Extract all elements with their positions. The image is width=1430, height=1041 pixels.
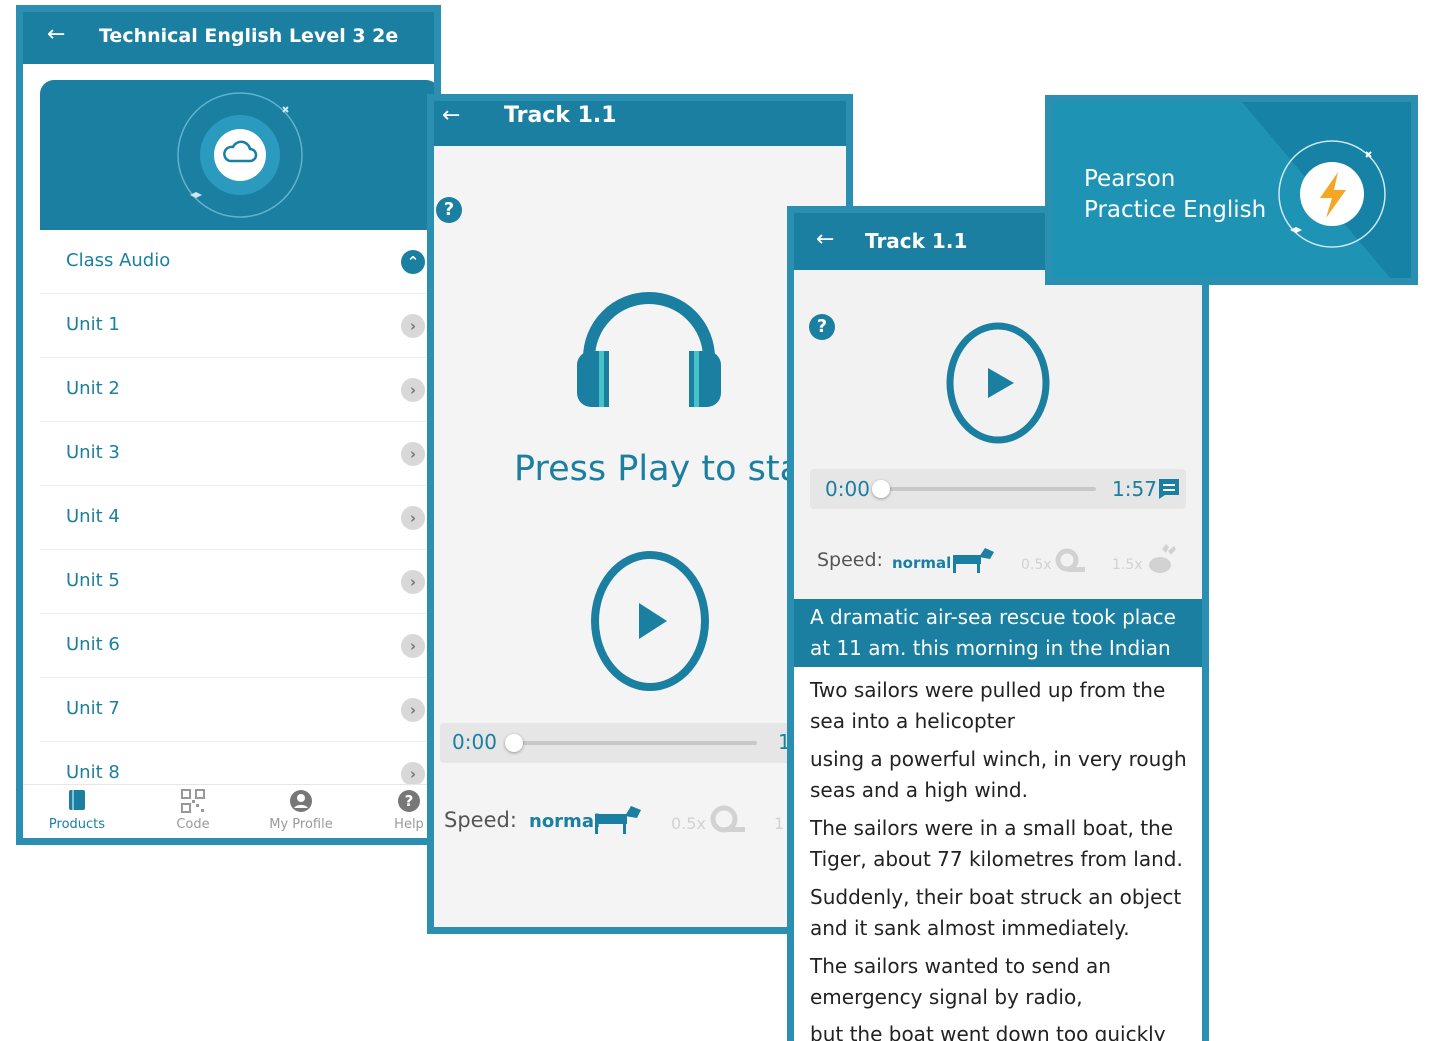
list-item[interactable]: Unit 1 ›: [40, 294, 434, 358]
seek-handle[interactable]: [872, 480, 890, 498]
list-item[interactable]: Unit 4 ›: [40, 486, 434, 550]
help-icon[interactable]: ?: [436, 197, 462, 223]
svg-text:?: ?: [405, 792, 414, 810]
transcript-icon[interactable]: [1158, 478, 1180, 500]
class-audio-header[interactable]: Class Audio ⌃: [40, 230, 434, 294]
book-icon: [37, 789, 117, 817]
transcript-line[interactable]: Two sailors were pulled up from the sea …: [810, 675, 1195, 737]
section-label: Class Audio: [66, 250, 171, 271]
chevron-right-icon: ›: [401, 378, 425, 402]
list-item[interactable]: Unit 5 ›: [40, 550, 434, 614]
page-title: Technical English Level 3 2e: [99, 25, 399, 47]
arrow-left-icon[interactable]: ←: [47, 22, 65, 47]
rabbit-icon: [1149, 544, 1176, 573]
current-time: 0:00: [825, 477, 870, 501]
speed-normal-option[interactable]: normal: [529, 811, 600, 832]
speed-normal-option[interactable]: normal: [892, 554, 951, 572]
speed-label: Speed:: [444, 808, 517, 832]
nav-my-profile[interactable]: My Profile: [261, 789, 341, 832]
unit-label: Unit 3: [66, 442, 120, 463]
speed-slow-option[interactable]: 0.5x: [671, 814, 706, 833]
list-item[interactable]: Unit 3 ›: [40, 422, 434, 486]
nav-label: Code: [176, 817, 210, 832]
seek-handle[interactable]: [505, 734, 523, 752]
unit-label: Unit 5: [66, 570, 120, 591]
unit-label: Unit 1: [66, 314, 120, 335]
speed-slow-option[interactable]: 0.5x: [1021, 557, 1052, 573]
unit-label: Unit 4: [66, 506, 120, 527]
track-title: Track 1.1: [865, 229, 968, 253]
snail-icon: [1055, 548, 1085, 572]
app-bar: ← Track 1.1: [434, 101, 846, 146]
list-item[interactable]: Unit 6 ›: [40, 614, 434, 678]
track-title: Track 1.1: [504, 103, 617, 128]
track-screen-playing: ← Track 1.1 ? 0:00 1:57 Speed: normal 0.…: [787, 206, 1209, 1041]
transcript-line[interactable]: The sailors wanted to send an emergency …: [810, 951, 1195, 1013]
total-time: 1:57: [1112, 477, 1157, 501]
dog-icon: [953, 548, 994, 573]
transcript-panel: A dramatic air-sea rescue took place at …: [794, 599, 1202, 1041]
list-item[interactable]: Unit 2 ›: [40, 358, 434, 422]
chevron-right-icon: ›: [401, 506, 425, 530]
product-hero: [40, 80, 434, 230]
app-bar: ← Technical English Level 3 2e: [23, 12, 434, 64]
nav-label: My Profile: [269, 817, 333, 832]
speed-label: Speed:: [817, 549, 883, 571]
speed-fast-option[interactable]: 1: [774, 814, 784, 833]
chevron-right-icon: ›: [401, 314, 425, 338]
nav-code[interactable]: Code: [153, 789, 233, 832]
speed-fast-option[interactable]: 1.5x: [1112, 557, 1143, 573]
unit-label: Unit 6: [66, 634, 120, 655]
chevron-right-icon: ›: [401, 762, 425, 786]
transcript-line[interactable]: using a powerful winch, in very rough se…: [810, 744, 1195, 806]
brand-line-2: Practice English: [1084, 197, 1267, 223]
transcript-line[interactable]: but the boat went down too quickly and: [810, 1019, 1195, 1041]
nav-products[interactable]: Products: [37, 789, 117, 832]
nav-label: Help: [394, 817, 424, 832]
speed-selector: Speed: normal 0.5x 1.5x: [794, 543, 1202, 583]
brand-name: Pearson Practice English: [1084, 164, 1266, 226]
headphones-icon: [577, 292, 721, 407]
qr-code-icon: [153, 789, 233, 817]
arrow-left-icon[interactable]: ←: [442, 103, 460, 128]
transcript-line-active[interactable]: A dramatic air-sea rescue took place at …: [794, 599, 1202, 691]
play-button[interactable]: [944, 320, 1052, 446]
arrow-left-icon[interactable]: ←: [816, 227, 834, 252]
unit-label: Unit 7: [66, 698, 120, 719]
transcript-line[interactable]: The sailors were in a small boat, the Ti…: [810, 813, 1195, 875]
seek-track[interactable]: [512, 741, 757, 745]
chevron-right-icon: ›: [401, 634, 425, 658]
seek-track[interactable]: [882, 487, 1096, 491]
play-button[interactable]: [589, 549, 711, 693]
dog-icon: [595, 806, 641, 834]
help-icon[interactable]: ?: [809, 314, 835, 340]
audio-progress-bar: 0:00 1:57: [810, 469, 1186, 509]
lightning-bolt-icon: [1278, 140, 1386, 248]
chevron-right-icon: ›: [401, 442, 425, 466]
profile-icon: [261, 789, 341, 817]
transcript-line[interactable]: Suddenly, their boat struck an object an…: [810, 882, 1195, 944]
product-screen: ← Technical English Level 3 2e Class Aud…: [16, 5, 441, 845]
audio-unit-list: Class Audio ⌃ Unit 1 › Unit 2 › Unit 3 ›…: [40, 230, 434, 806]
chevron-right-icon: ›: [401, 570, 425, 594]
press-play-prompt: Press Play to start: [514, 449, 830, 489]
current-time: 0:00: [452, 730, 497, 754]
brand-line-1: Pearson: [1084, 166, 1176, 192]
snail-icon: [710, 805, 745, 833]
list-item[interactable]: Unit 7 ›: [40, 678, 434, 742]
chevron-right-icon: ›: [401, 698, 425, 722]
nav-label: Products: [48, 817, 106, 832]
bottom-navigation: Products Code My Profile ? Help: [23, 784, 434, 838]
pearson-banner: Pearson Practice English: [1045, 95, 1418, 285]
audio-hero-graphic: [177, 92, 303, 218]
unit-label: Unit 2: [66, 378, 120, 399]
chevron-up-icon[interactable]: ⌃: [401, 250, 425, 274]
unit-label: Unit 8: [66, 762, 120, 783]
